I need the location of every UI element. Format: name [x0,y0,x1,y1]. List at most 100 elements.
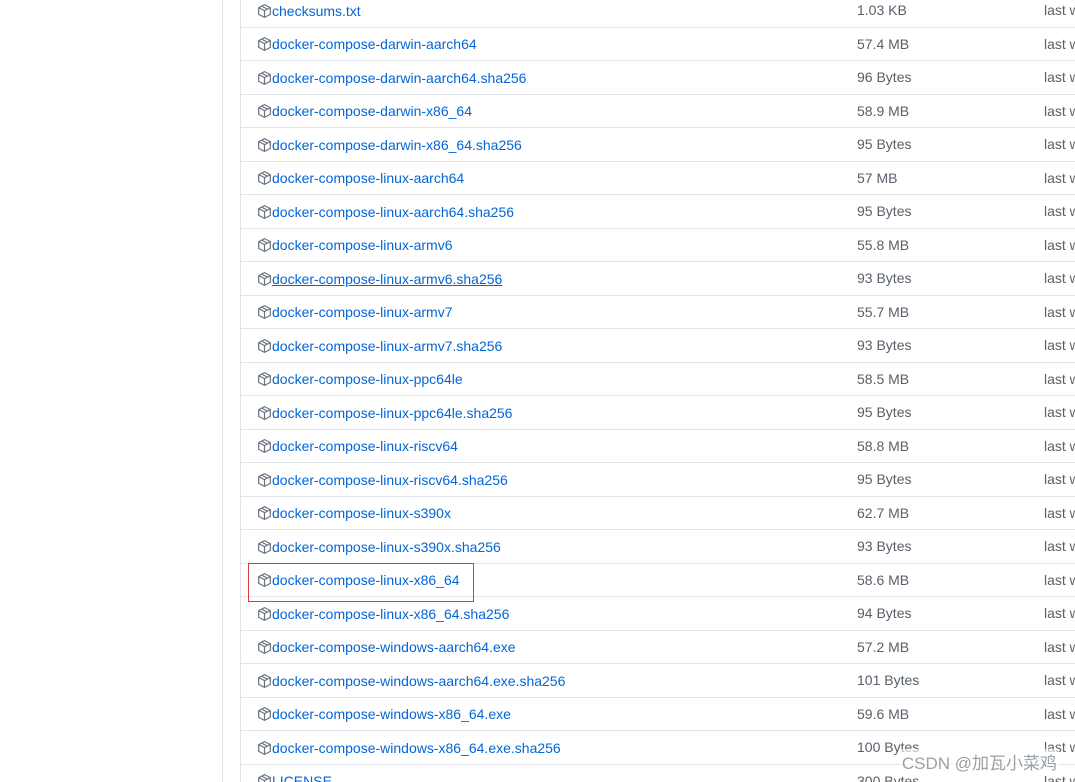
package-icon [257,103,272,119]
package-icon [257,706,272,722]
asset-name: docker-compose-linux-armv7 [272,304,453,320]
asset-download-link[interactable]: docker-compose-darwin-x86_64 [257,95,472,128]
asset-name: docker-compose-linux-ppc64le.sha256 [272,404,513,421]
asset-download-link[interactable]: docker-compose-linux-armv7.sha256 [257,329,502,362]
asset-row: docker-compose-windows-x86_64.exe 59.6 M… [241,698,1075,731]
asset-download-link[interactable]: docker-compose-linux-armv6 [257,229,453,262]
asset-size: 55.7 MB [857,303,910,320]
asset-name: docker-compose-windows-x86_64.exe [272,706,511,722]
asset-download-link[interactable]: checksums.txt [257,0,361,27]
asset-updated-time: last w [1044,270,1075,286]
asset-row: docker-compose-linux-armv6.sha256 93 Byt… [241,262,1075,296]
asset-download-link[interactable]: docker-compose-linux-armv7 [257,296,453,329]
asset-row: docker-compose-linux-aarch64.sha256 95 B… [241,195,1075,229]
package-icon [257,36,272,52]
asset-download-link[interactable]: docker-compose-darwin-aarch64.sha256 [257,61,526,94]
asset-download-link[interactable]: docker-compose-linux-x86_64 [257,564,460,597]
asset-updated-time: last w [1044,471,1075,487]
asset-name: docker-compose-linux-aarch64 [272,170,465,186]
asset-download-link[interactable]: docker-compose-windows-aarch64.exe [257,631,516,664]
asset-name: docker-compose-linux-s390x.sha256 [272,538,501,555]
package-icon [257,773,272,782]
asset-size: 55.8 MB [857,236,910,253]
asset-download-link[interactable]: docker-compose-linux-riscv64.sha256 [257,463,508,496]
asset-download-link[interactable]: docker-compose-darwin-aarch64 [257,28,477,61]
asset-updated-time: last w [1044,705,1075,722]
asset-size: 93 Bytes [857,270,912,286]
asset-row: docker-compose-linux-x86_64.sha256 94 By… [241,597,1075,631]
package-icon [257,539,272,555]
package-icon [257,137,272,153]
asset-row: docker-compose-linux-armv7 55.7 MB last … [241,296,1075,329]
asset-row: docker-compose-linux-aarch64 57 MB last … [241,162,1075,195]
package-icon [257,3,272,19]
asset-name: docker-compose-darwin-aarch64.sha256 [272,69,527,86]
asset-updated-time: last w [1044,605,1075,621]
asset-row: docker-compose-linux-s390x.sha256 93 Byt… [241,530,1075,564]
asset-download-link[interactable]: docker-compose-linux-aarch64.sha256 [257,195,514,228]
asset-name: docker-compose-darwin-x86_64 [272,103,472,119]
asset-updated-time: last w [1044,638,1075,655]
left-sidebar [0,0,223,782]
asset-updated-time: last w [1044,236,1075,253]
asset-download-link[interactable]: docker-compose-linux-s390x [257,497,451,530]
asset-download-link[interactable]: docker-compose-linux-riscv64 [257,430,458,463]
asset-download-link[interactable]: docker-compose-linux-ppc64le [257,363,463,396]
asset-size: 95 Bytes [857,203,912,219]
asset-size: 95 Bytes [857,471,912,487]
asset-size: 58.9 MB [857,102,910,119]
asset-updated-time: last w [1044,672,1075,688]
package-icon [257,606,272,622]
asset-updated-time: last w [1044,504,1075,521]
asset-row: docker-compose-linux-armv6 55.8 MB last … [241,229,1075,262]
asset-size: 57.4 MB [857,35,910,52]
package-icon [257,405,272,421]
package-icon [257,505,272,521]
asset-size: 101 Bytes [857,672,920,688]
asset-download-link[interactable]: docker-compose-linux-ppc64le.sha256 [257,396,512,429]
asset-download-link[interactable]: docker-compose-linux-aarch64 [257,162,464,195]
package-icon [257,639,272,655]
asset-row: docker-compose-darwin-aarch64 57.4 MB la… [241,28,1075,61]
asset-row: docker-compose-darwin-aarch64.sha256 96 … [241,61,1075,95]
asset-updated-time: last w [1044,437,1075,454]
asset-name: docker-compose-darwin-x86_64.sha256 [272,136,522,153]
asset-row: docker-compose-darwin-x86_64 58.9 MB las… [241,95,1075,128]
asset-size: 58.6 MB [857,571,910,588]
asset-updated-time: last w [1044,2,1075,18]
asset-size: 93 Bytes [857,538,912,554]
asset-updated-time: last w [1044,203,1075,219]
asset-updated-time: last w [1044,102,1075,119]
asset-download-link[interactable]: docker-compose-darwin-x86_64.sha256 [257,128,522,161]
asset-row: checksums.txt 1.03 KB last w [241,0,1075,28]
asset-name: docker-compose-windows-aarch64.exe [272,639,516,655]
asset-updated-time: last w [1044,370,1075,387]
asset-row: docker-compose-linux-riscv64 58.8 MB las… [241,430,1075,463]
asset-download-link[interactable]: docker-compose-windows-x86_64.exe [257,698,511,731]
package-icon [257,237,272,253]
asset-size: 95 Bytes [857,136,912,152]
asset-size: 58.5 MB [857,370,910,387]
asset-name: docker-compose-linux-armv6.sha256 [272,270,503,287]
asset-name: docker-compose-linux-armv6 [272,237,453,253]
asset-row: docker-compose-linux-x86_64 58.6 MB last… [241,564,1075,597]
asset-size: 57 MB [857,169,898,186]
asset-updated-time: last w [1044,538,1075,554]
asset-row: docker-compose-linux-armv7.sha256 93 Byt… [241,329,1075,363]
asset-row: docker-compose-windows-aarch64.exe 57.2 … [241,631,1075,664]
asset-download-link[interactable]: LICENSE [257,765,332,782]
asset-download-link[interactable]: docker-compose-linux-x86_64.sha256 [257,597,509,630]
asset-download-link[interactable]: docker-compose-windows-aarch64.exe.sha25… [257,664,565,697]
asset-updated-time: last w [1044,303,1075,320]
assets-list: checksums.txt 1.03 KB last w docker-comp… [240,0,1075,782]
asset-download-link[interactable]: docker-compose-windows-x86_64.exe.sha256 [257,731,561,764]
asset-updated-time: last w [1044,35,1075,52]
package-icon [257,170,272,186]
asset-download-link[interactable]: docker-compose-linux-s390x.sha256 [257,530,501,563]
package-icon [257,338,272,354]
asset-name: LICENSE [272,773,332,782]
asset-size: 1.03 KB [857,2,907,18]
asset-download-link[interactable]: docker-compose-linux-armv6.sha256 [257,262,502,295]
asset-row: docker-compose-linux-s390x 62.7 MB last … [241,497,1075,530]
package-icon [257,572,272,588]
